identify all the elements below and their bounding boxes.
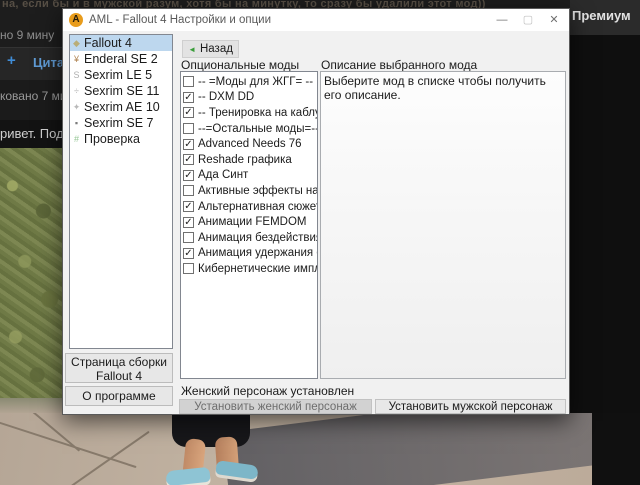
- mod-item-тренировка-на-каблуках[interactable]: ✓ -- Тренировка на каблуках: [181, 105, 317, 121]
- install-female-button[interactable]: Установить женский персонаж: [179, 399, 372, 414]
- mod-label: Анимация бездействия: [198, 232, 317, 244]
- mod-label: -- Тренировка на каблуках: [198, 107, 317, 119]
- game-icon: #: [72, 131, 81, 147]
- mod-label: Анимация удержания оружия: [198, 247, 317, 259]
- mod-label: Активные эффекты на HUD: [198, 185, 317, 197]
- mod-item-кибернетические-импланты-лаб[interactable]: Кибернетические импланты - лаб: [181, 261, 317, 277]
- mod-label: Анимации FEMDOM: [198, 216, 306, 228]
- checkbox-checked[interactable]: ✓: [183, 92, 194, 103]
- checkbox-checked[interactable]: ✓: [183, 201, 194, 212]
- forum-timestamp-snippet: но 9 мину: [0, 28, 54, 42]
- mod-label: --=Остальные моды=--: [198, 123, 317, 135]
- plus-icon[interactable]: +: [7, 52, 16, 69]
- pavement-photo-edge: [0, 398, 62, 414]
- sidebar-item-sexrim-se-11[interactable]: ÷Sexrim SE 11: [70, 83, 172, 99]
- checkbox-checked[interactable]: ✓: [183, 107, 194, 118]
- pavement-photo: [0, 413, 592, 485]
- checkbox-unchecked[interactable]: [183, 123, 194, 134]
- mod-item-моды-для-жгг[interactable]: -- =Моды для ЖГГ= --: [181, 74, 317, 90]
- game-list[interactable]: ◆Fallout 4¥Enderal SE 2SSexrim LE 5÷Sexr…: [69, 34, 173, 349]
- minimize-button[interactable]: —: [493, 12, 511, 28]
- mod-item-активные-эффекты-на-hud[interactable]: Активные эффекты на HUD: [181, 183, 317, 199]
- game-label: Sexrim SE 7: [84, 115, 153, 131]
- game-label: Проверка: [84, 131, 140, 147]
- mod-item-dxm-dd[interactable]: ✓ -- DXM DD: [181, 90, 317, 106]
- description-label: Описание выбранного мода: [321, 58, 477, 72]
- sidebar-item-enderal-se-2[interactable]: ¥Enderal SE 2: [70, 51, 172, 67]
- sidebar-item-sexrim-le-5[interactable]: SSexrim LE 5: [70, 67, 172, 83]
- build-page-button-line1: Страница сборки: [66, 355, 172, 369]
- build-page-button[interactable]: Страница сборки Fallout 4: [65, 353, 173, 383]
- optional-mods-label: Опциональные моды: [181, 58, 299, 72]
- back-button-label: Назад: [200, 43, 233, 55]
- mod-label: Advanced Needs 76: [198, 138, 302, 150]
- mod-checklist[interactable]: -- =Моды для ЖГГ= -- ✓ -- DXM DD ✓ -- Тренир…: [180, 71, 318, 379]
- checkbox-checked[interactable]: ✓: [183, 170, 194, 181]
- back-arrow-icon: ◄: [188, 45, 196, 54]
- game-label: Sexrim LE 5: [84, 67, 152, 83]
- checkbox-unchecked[interactable]: [183, 232, 194, 243]
- game-label: Sexrim SE 11: [84, 83, 160, 99]
- sidebar-item-fallout-4[interactable]: ◆Fallout 4: [70, 35, 172, 51]
- mod-item-advanced-needs-76[interactable]: ✓ Advanced Needs 76: [181, 136, 317, 152]
- mod-description-box[interactable]: Выберите мод в списке чтобы получить его…: [320, 71, 566, 379]
- close-button[interactable]: ✕: [545, 12, 563, 28]
- premium-link[interactable]: Премиум: [572, 8, 631, 23]
- cast-shadow: [222, 413, 592, 485]
- sidebar-item-sexrim-ae-10[interactable]: ✦Sexrim AE 10: [70, 99, 172, 115]
- mod-item-reshade-графика[interactable]: ✓ Reshade графика: [181, 152, 317, 168]
- game-label: Fallout 4: [84, 35, 132, 51]
- status-text: Женский персонаж установлен: [181, 384, 354, 398]
- forum-post-snippet: ривет. Под: [0, 126, 64, 141]
- mod-label: Ада Синт: [198, 169, 248, 181]
- mod-item-остальные-моды[interactable]: --=Остальные моды=--: [181, 121, 317, 137]
- game-icon: ¥: [72, 51, 81, 67]
- about-button[interactable]: О программе: [65, 386, 173, 406]
- aml-settings-window: A AML - Fallout 4 Настройки и опции — ▢ …: [62, 8, 570, 415]
- checkbox-unchecked[interactable]: [183, 185, 194, 196]
- checkbox-unchecked[interactable]: [183, 263, 194, 274]
- game-label: Enderal SE 2: [84, 51, 158, 67]
- install-male-button[interactable]: Установить мужской персонаж: [375, 399, 566, 414]
- game-icon: ✦: [72, 99, 81, 115]
- checkbox-checked[interactable]: ✓: [183, 248, 194, 259]
- mod-item-альтернативная-сюжетная-линия[interactable]: ✓ Альтернативная сюжетная линия: [181, 199, 317, 215]
- mod-label: Альтернативная сюжетная линия: [198, 201, 317, 213]
- mod-label: Reshade графика: [198, 154, 292, 166]
- pavement-crack: [0, 420, 137, 468]
- mod-item-ада-синт[interactable]: ✓ Ада Синт: [181, 168, 317, 184]
- app-icon: A: [69, 13, 83, 27]
- back-button[interactable]: ◄ Назад: [182, 40, 239, 58]
- game-label: Sexrim AE 10: [84, 99, 160, 115]
- grass-photo: [0, 148, 62, 400]
- mod-label: Кибернетические импланты - лаб: [198, 263, 317, 275]
- build-page-button-line2: Fallout 4: [66, 369, 172, 383]
- checkbox-checked[interactable]: ✓: [183, 139, 194, 150]
- mod-item-анимация-бездействия[interactable]: Анимация бездействия: [181, 230, 317, 246]
- checkbox-unchecked[interactable]: [183, 76, 194, 87]
- window-title: AML - Fallout 4 Настройки и опции: [89, 14, 271, 26]
- checkbox-checked[interactable]: ✓: [183, 154, 194, 165]
- maximize-button[interactable]: ▢: [519, 12, 537, 28]
- mod-label: -- DXM DD: [198, 91, 254, 103]
- title-bar[interactable]: A AML - Fallout 4 Настройки и опции — ▢ …: [63, 9, 569, 31]
- mod-item-анимации-femdom[interactable]: ✓ Анимации FEMDOM: [181, 214, 317, 230]
- screen: на, если бы и в мужской разум, хотя бы н…: [0, 0, 640, 485]
- sneaker: [165, 467, 210, 485]
- game-icon: ▪: [72, 115, 81, 131]
- game-icon: ◆: [72, 35, 81, 51]
- sidebar-item-sexrim-se-7[interactable]: ▪Sexrim SE 7: [70, 115, 172, 131]
- game-icon: S: [72, 67, 81, 83]
- checkbox-checked[interactable]: ✓: [183, 217, 194, 228]
- quote-link[interactable]: Цита: [33, 55, 64, 70]
- mod-label: -- =Моды для ЖГГ= --: [198, 76, 313, 88]
- mod-item-анимация-удержания-оружия[interactable]: ✓ Анимация удержания оружия: [181, 246, 317, 262]
- game-icon: ÷: [72, 83, 81, 99]
- forum-edited-snippet: ковано 7 ми: [0, 89, 67, 103]
- sidebar-item-проверка[interactable]: #Проверка: [70, 131, 172, 147]
- person-shorts: [172, 413, 250, 447]
